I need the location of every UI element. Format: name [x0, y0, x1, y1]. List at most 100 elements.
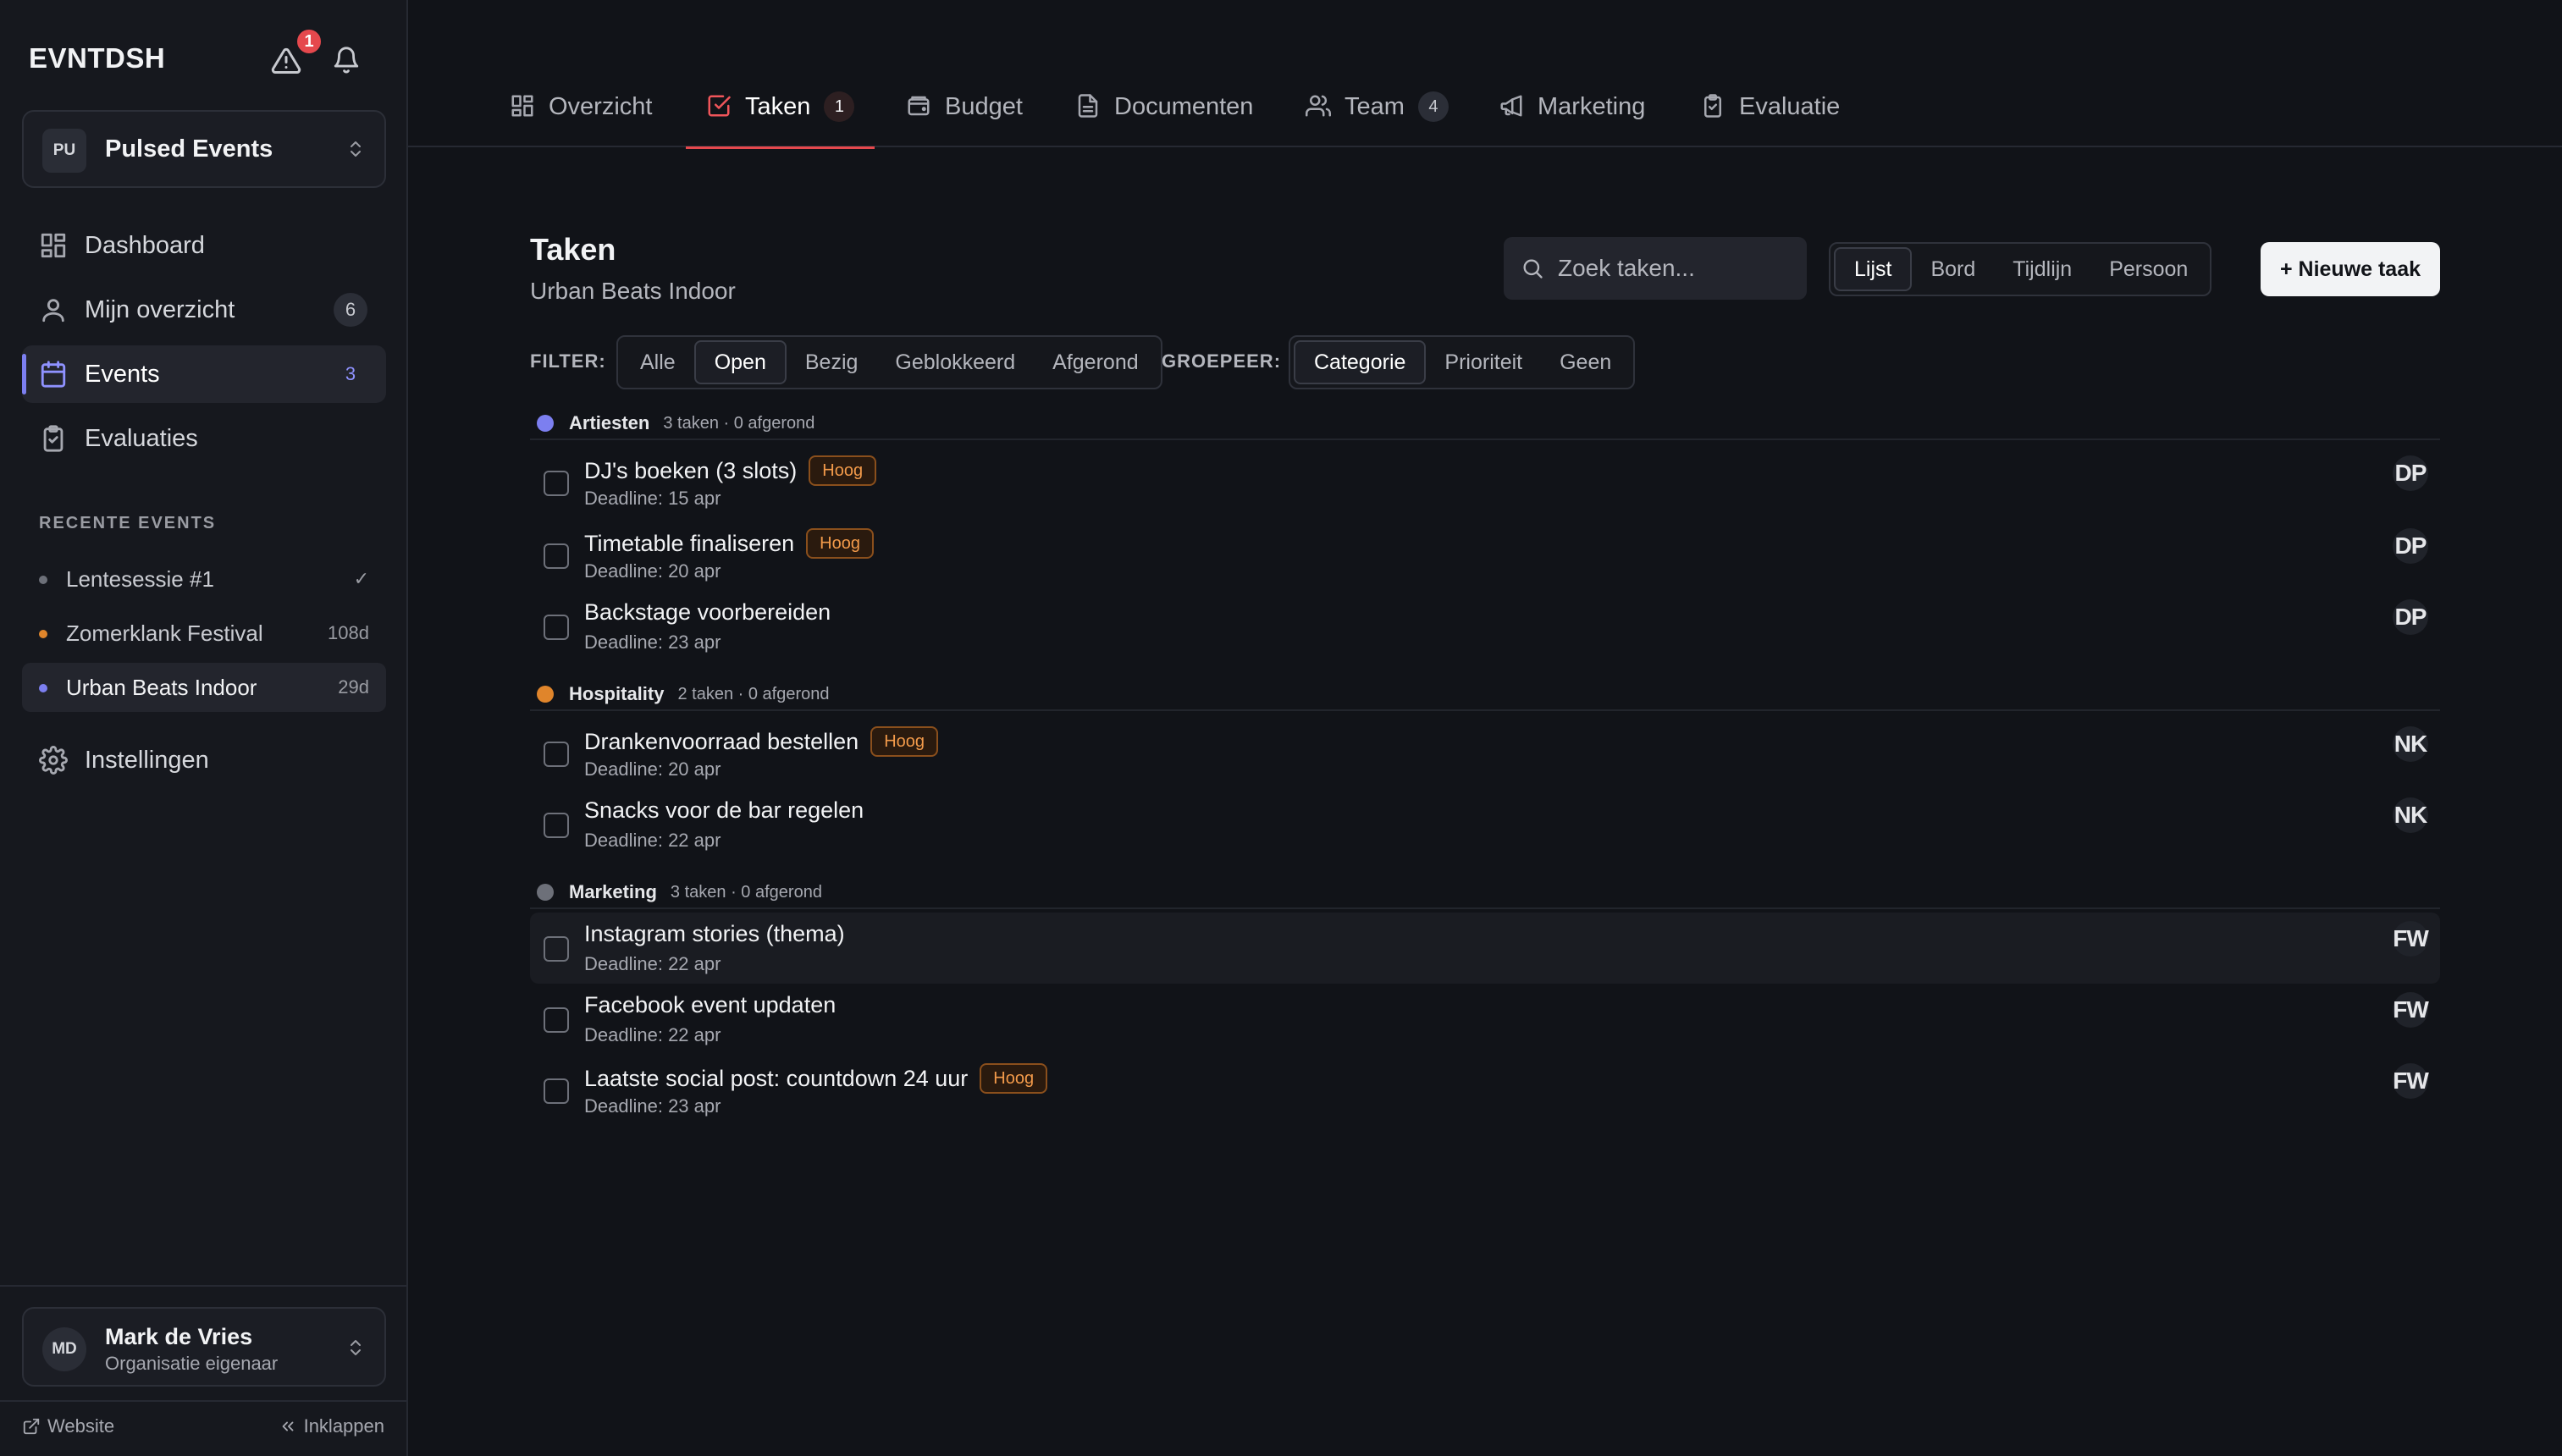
view-option-tijdlijn[interactable]: Tijdlijn	[1994, 247, 2090, 291]
priority-badge: Hoog	[809, 455, 877, 486]
check-square-icon	[706, 93, 732, 119]
group-header-marketing: Marketing 3 taken · 0 afgerond	[537, 879, 822, 906]
view-option-persoon[interactable]: Persoon	[2090, 247, 2206, 291]
task-checkbox[interactable]	[544, 813, 569, 838]
chevrons-left-icon	[279, 1417, 304, 1436]
org-avatar: PU	[42, 129, 86, 173]
filter-option-alle[interactable]: Alle	[621, 340, 694, 384]
group-option-prioriteit[interactable]: Prioriteit	[1426, 340, 1541, 384]
task-checkbox[interactable]	[544, 471, 569, 496]
sidebar-item-instellingen[interactable]: Instellingen	[22, 731, 386, 789]
filter-option-afgerond[interactable]: Afgerond	[1034, 340, 1157, 384]
assignee-avatar[interactable]: FW	[2393, 921, 2429, 957]
user-role: Organisatie eigenaar	[105, 1353, 279, 1374]
sidebar-item-mijn-overzicht[interactable]: Mijn overzicht 6	[22, 281, 386, 339]
filter-option-geblokkeerd[interactable]: Geblokkeerd	[876, 340, 1034, 384]
assignee-avatar[interactable]: FW	[2393, 1063, 2429, 1099]
tab-taken[interactable]: Taken 1	[685, 83, 875, 149]
search-box[interactable]	[1504, 237, 1807, 300]
task-title: Drankenvoorraad bestellen Hoog	[584, 726, 939, 757]
task-row[interactable]: Instagram stories (thema) Deadline: 22 a…	[530, 913, 2440, 984]
task-row[interactable]: Drankenvoorraad bestellen Hoog Deadline:…	[530, 718, 2440, 789]
assignee-avatar[interactable]: FW	[2393, 992, 2429, 1028]
tab-label: Overzicht	[549, 93, 653, 120]
recent-events-header: RECENTE EVENTS	[39, 514, 217, 532]
task-row[interactable]: DJ's boeken (3 slots) Hoog Deadline: 15 …	[530, 447, 2440, 518]
tab-documenten[interactable]: Documenten	[1075, 83, 1253, 147]
view-option-bord[interactable]: Bord	[1912, 247, 1994, 291]
wallet-icon	[906, 93, 931, 119]
assignee-avatar[interactable]: NK	[2393, 797, 2428, 833]
new-task-button[interactable]: + Nieuwe taak	[2261, 242, 2440, 296]
group-color-dot	[537, 415, 554, 432]
chevron-up-down-icon	[345, 135, 366, 163]
group-name: Marketing	[569, 881, 657, 902]
task-row[interactable]: Facebook event updaten Deadline: 22 apr …	[530, 984, 2440, 1055]
avatar: MD	[42, 1327, 86, 1371]
alert-count-badge: 1	[295, 27, 323, 56]
recent-event-item[interactable]: Lentesessie #1 ✓	[22, 554, 386, 604]
task-row[interactable]: Snacks voor de bar regelen Deadline: 22 …	[530, 789, 2440, 860]
recent-event-item[interactable]: Zomerklank Festival 108d	[22, 609, 386, 658]
sidebar-item-events[interactable]: Events 3	[22, 345, 386, 403]
sidebar-item-label: Events	[85, 360, 160, 388]
task-checkbox[interactable]	[544, 615, 569, 640]
assignee-avatar[interactable]: DP	[2393, 455, 2428, 491]
filter-option-open[interactable]: Open	[693, 340, 787, 384]
page-subtitle: Urban Beats Indoor	[530, 278, 736, 304]
group-by-selector: Categorie Prioriteit Geen	[1289, 335, 1636, 389]
recent-event-item[interactable]: Urban Beats Indoor 29d	[22, 663, 386, 712]
user-switcher[interactable]: MD Mark de Vries Organisatie eigenaar	[22, 1307, 386, 1387]
assignee-avatar[interactable]: NK	[2393, 726, 2428, 762]
task-title: Facebook event updaten	[584, 992, 836, 1018]
group-option-categorie[interactable]: Categorie	[1294, 340, 1427, 384]
task-row[interactable]: Timetable finaliseren Hoog Deadline: 20 …	[530, 520, 2440, 591]
sidebar-item-dashboard[interactable]: Dashboard	[22, 217, 386, 274]
task-checkbox[interactable]	[544, 1078, 569, 1104]
sidebar-item-label: Evaluaties	[85, 424, 198, 452]
task-checkbox[interactable]	[544, 1007, 569, 1033]
task-title: Snacks voor de bar regelen	[584, 797, 864, 824]
group-header-artiesten: Artiesten 3 taken · 0 afgerond	[537, 410, 814, 437]
search-icon	[1521, 256, 1558, 280]
app-logo[interactable]: EVNTDSH	[29, 42, 165, 74]
sidebar-item-evaluaties[interactable]: Evaluaties	[22, 410, 386, 467]
task-checkbox[interactable]	[544, 543, 569, 569]
tab-evaluatie[interactable]: Evaluatie	[1700, 83, 1840, 147]
tab-overzicht[interactable]: Overzicht	[510, 83, 652, 147]
task-checkbox[interactable]	[544, 936, 569, 962]
org-name: Pulsed Events	[105, 135, 273, 163]
assignee-avatar[interactable]: DP	[2393, 528, 2428, 564]
search-input[interactable]	[1558, 255, 1795, 282]
tab-marketing[interactable]: Marketing	[1499, 83, 1645, 147]
group-by-label: GROEPEER:	[1162, 350, 1282, 372]
bell-icon[interactable]	[332, 46, 369, 83]
collapse-sidebar-button[interactable]: Inklappen	[279, 1415, 384, 1437]
tab-budget[interactable]: Budget	[906, 83, 1023, 147]
task-title: Instagram stories (thema)	[584, 921, 845, 947]
document-icon	[1075, 93, 1101, 119]
recent-event-name: Zomerklank Festival	[66, 620, 263, 646]
priority-badge: Hoog	[870, 726, 939, 757]
group-meta: 2 taken · 0 afgerond	[677, 684, 830, 703]
task-title-text: DJ's boeken (3 slots)	[584, 457, 798, 483]
task-checkbox[interactable]	[544, 742, 569, 767]
tab-team[interactable]: Team 4	[1306, 83, 1449, 147]
task-deadline: Deadline: 20 apr	[584, 758, 721, 780]
tab-label: Documenten	[1114, 93, 1254, 120]
group-option-geen[interactable]: Geen	[1541, 340, 1630, 384]
tab-count: 4	[1417, 91, 1449, 122]
website-link[interactable]: Website	[22, 1415, 114, 1437]
gear-icon	[39, 746, 68, 775]
filter-option-bezig[interactable]: Bezig	[787, 340, 877, 384]
task-row[interactable]: Backstage voorbereiden Deadline: 23 apr …	[530, 591, 2440, 662]
task-row[interactable]: Laatste social post: countdown 24 uur Ho…	[530, 1055, 2440, 1126]
assignee-avatar[interactable]: DP	[2393, 599, 2428, 635]
sidebar-item-count: 6	[334, 293, 367, 327]
view-option-lijst[interactable]: Lijst	[1834, 247, 1913, 291]
group-color-dot	[537, 884, 554, 901]
group-meta: 3 taken · 0 afgerond	[670, 882, 822, 902]
external-link-icon	[22, 1417, 47, 1436]
org-switcher[interactable]: PU Pulsed Events	[22, 110, 386, 188]
recent-event-meta: 29d	[338, 676, 369, 698]
